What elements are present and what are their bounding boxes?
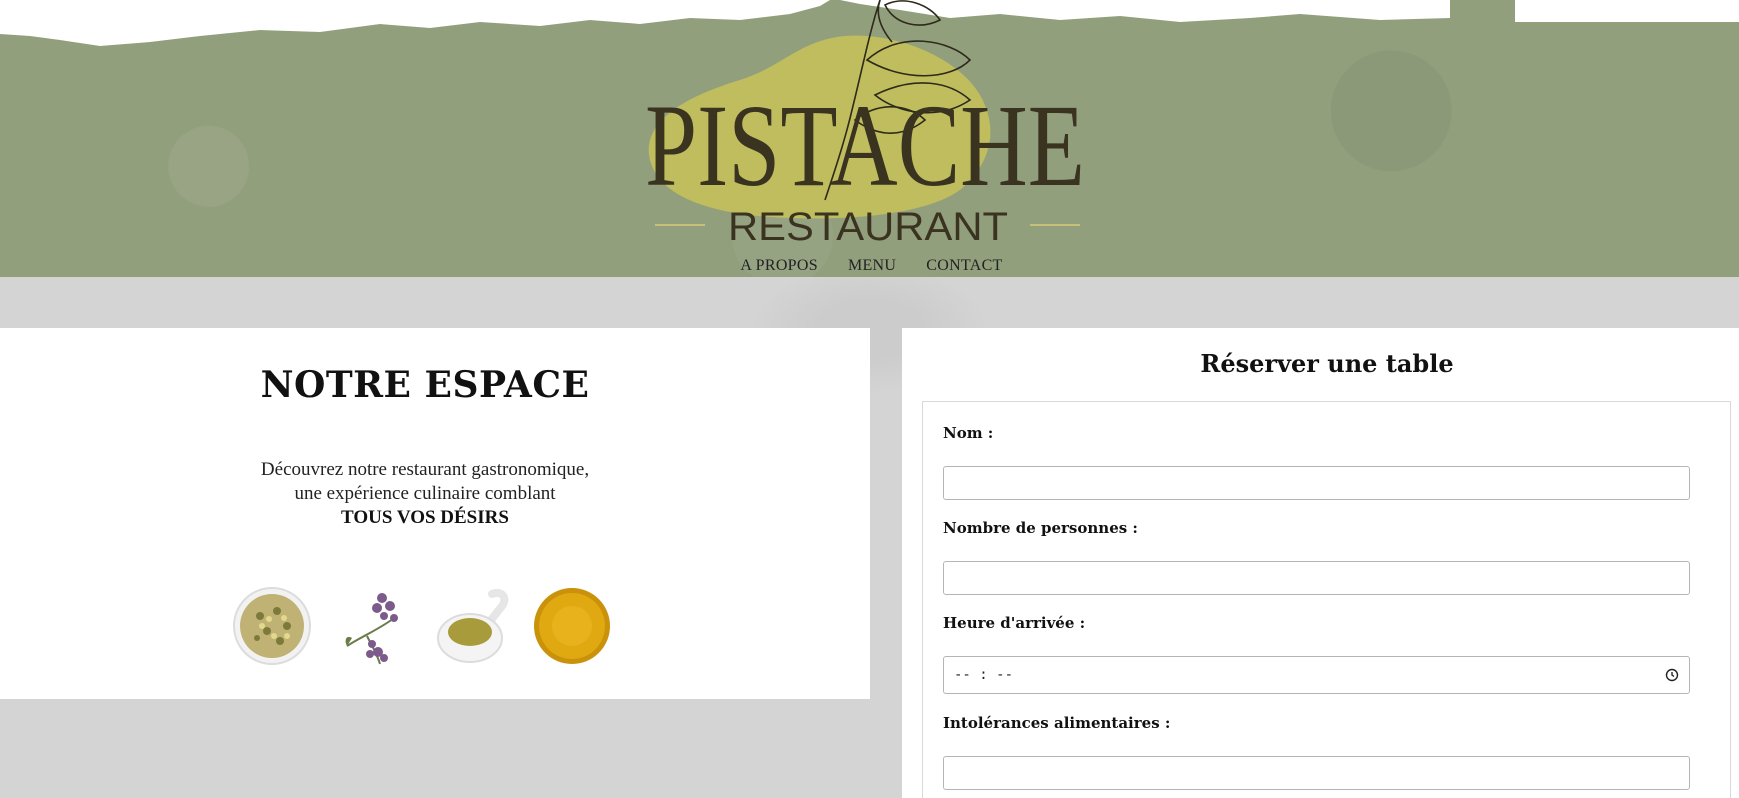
arrival-time-label: Heure d'arrivée : [943,614,1086,632]
arrival-time-input[interactable]: -- : -- [943,656,1690,694]
guests-input[interactable] [943,561,1690,595]
pistache-logo[interactable]: PISTACHE RESTAURANT [630,0,1100,250]
main-nav: A PROPOS MENU CONTACT [0,257,1739,275]
turmeric-bowl-icon [534,588,610,664]
notre-espace-card: NOTRE ESPACE Découvrez notre restaurant … [0,328,870,699]
espace-title: NOTRE ESPACE [260,364,590,406]
name-input[interactable] [943,466,1690,500]
name-label: Nom : [943,424,994,442]
allergies-label: Intolérances alimentaires : [943,714,1171,732]
reservation-form: Nom : Nombre de personnes : Heure d'arri… [922,401,1731,798]
olive-oil-jug-icon [437,589,509,663]
lavender-sprig-icon [345,593,398,665]
espace-line-1: Découvrez notre restaurant gastronomique… [260,459,590,480]
ingredients-row [232,586,612,666]
nav-menu[interactable]: MENU [848,257,896,275]
reservation-card: Réserver une table Nom : Nombre de perso… [902,328,1739,798]
time-value: -- : -- [954,667,1014,683]
nav-a-propos[interactable]: A PROPOS [740,257,818,275]
guests-label: Nombre de personnes : [943,519,1138,537]
svg-text:RESTAURANT: RESTAURANT [728,205,1008,249]
espace-line-3: TOUS VOS DÉSIRS [341,507,509,528]
site-header: PISTACHE RESTAURANT A PROPOS MENU CONTAC… [0,0,1739,277]
allergies-input[interactable] [943,756,1690,790]
svg-text:PISTACHE: PISTACHE [645,80,1085,211]
espace-description: Découvrez notre restaurant gastronomique… [0,458,850,530]
clock-icon[interactable] [1665,668,1679,682]
espace-line-2: une expérience culinaire comblant [294,483,556,504]
chamomile-bowl-icon [233,587,311,665]
nav-contact[interactable]: CONTACT [926,257,1002,275]
reservation-title: Réserver une table [1200,349,1454,378]
